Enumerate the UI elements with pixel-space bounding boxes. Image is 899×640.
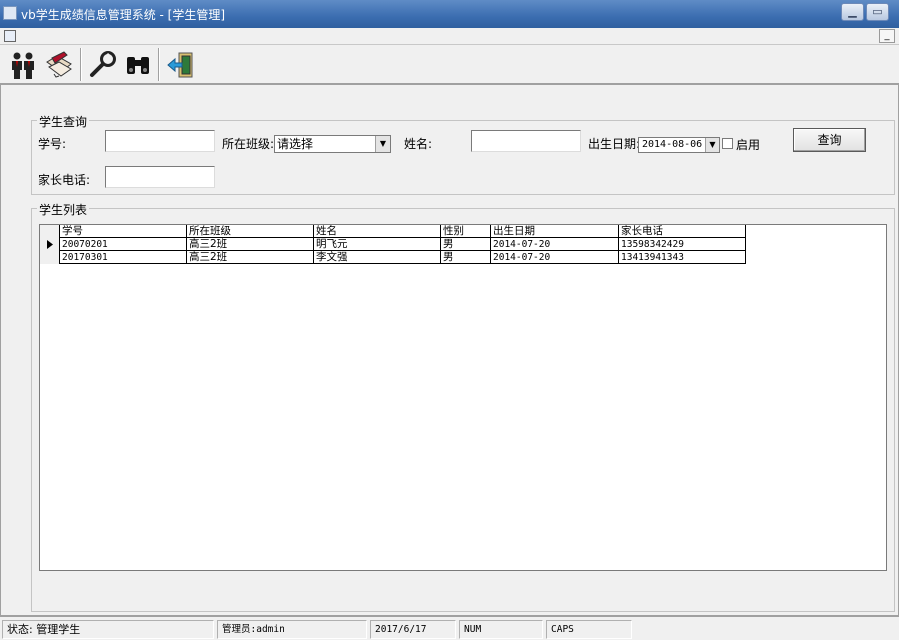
window-title: vb学生成绩信息管理系统 - [学生管理]	[21, 8, 226, 22]
column-header[interactable]: 所在班级	[187, 225, 314, 238]
birth-date-label: 出生日期:	[588, 137, 641, 151]
status-operator: 管理员:admin	[217, 620, 367, 639]
column-header[interactable]: 性别	[441, 225, 491, 238]
edit-grades-button[interactable]	[42, 48, 76, 81]
class-label: 所在班级:	[222, 137, 275, 151]
cell-student-id[interactable]: 20170301	[60, 251, 187, 264]
app-icon	[3, 6, 17, 20]
cell-gender[interactable]: 男	[441, 251, 491, 264]
student-id-label: 学号:	[38, 137, 67, 151]
class-select[interactable]: 请选择 ▼	[274, 135, 391, 153]
edit-document-icon	[46, 50, 72, 78]
birth-date-picker[interactable]: 2014-08-06 ▼	[638, 137, 720, 153]
row-selector[interactable]	[40, 251, 60, 264]
parent-phone-label: 家长电话:	[38, 173, 91, 187]
grid-header-row: 学号 所在班级 姓名 性别 出生日期 家长电话	[40, 225, 746, 238]
table-row[interactable]: 20170301 高三2班 李文强 男 2014-07-20 134139413…	[40, 251, 746, 264]
cell-birth-date[interactable]: 2014-07-20	[491, 238, 619, 251]
maximize-button[interactable]: ▭	[866, 3, 889, 21]
cell-class[interactable]: 高三2班	[187, 251, 314, 264]
status-bar: 状态: 管理学生 管理员:admin 2017/6/17 NUM CAPS	[0, 616, 899, 640]
student-management-form: 学生查询 学号: 所在班级: 请选择 ▼ 姓名: 出生日期: 2014-08-0…	[0, 84, 899, 616]
enable-date-checkbox[interactable]	[722, 138, 733, 149]
status-num: NUM	[459, 620, 543, 639]
search-button-toolbar[interactable]	[121, 48, 155, 81]
cell-student-id[interactable]: 20070201	[60, 238, 187, 251]
name-label: 姓名:	[404, 137, 433, 151]
binoculars-icon	[127, 56, 149, 74]
table-row[interactable]: 20070201 高三2班 明飞元 男 2014-07-20 135983424…	[40, 238, 746, 251]
enable-date-label: 启用	[736, 138, 761, 152]
child-minimize-button[interactable]: _	[879, 29, 895, 43]
class-select-value: 请选择	[277, 137, 314, 151]
people-icon	[12, 52, 34, 79]
toolbar-separator	[80, 48, 82, 81]
cell-parent-phone[interactable]: 13413941343	[619, 251, 746, 264]
cell-gender[interactable]: 男	[441, 238, 491, 251]
column-header[interactable]: 姓名	[314, 225, 441, 238]
status-state: 状态: 管理学生	[2, 620, 214, 639]
column-header[interactable]: 家长电话	[619, 225, 746, 238]
cell-birth-date[interactable]: 2014-07-20	[491, 251, 619, 264]
chevron-down-icon[interactable]: ▼	[705, 138, 719, 152]
cell-class[interactable]: 高三2班	[187, 238, 314, 251]
parent-phone-input[interactable]	[105, 166, 215, 188]
cell-parent-phone[interactable]: 13598342429	[619, 238, 746, 251]
column-header[interactable]: 学号	[60, 225, 187, 238]
mdi-child-strip: _	[0, 28, 899, 45]
grid-corner	[40, 225, 60, 238]
minimize-button[interactable]: ▁	[841, 3, 864, 21]
child-window-icon[interactable]	[4, 30, 16, 42]
group-title-query: 学生查询	[37, 113, 90, 130]
cell-name[interactable]: 李文强	[314, 251, 441, 264]
row-selector[interactable]	[40, 238, 60, 251]
student-grid[interactable]: 学号 所在班级 姓名 性别 出生日期 家长电话 20070201 高三2班 明飞…	[39, 224, 887, 571]
exit-door-icon	[167, 52, 193, 77]
settings-button[interactable]	[86, 48, 120, 81]
column-header[interactable]: 出生日期	[491, 225, 619, 238]
student-id-input[interactable]	[105, 130, 215, 152]
chevron-down-icon[interactable]: ▼	[375, 136, 390, 152]
cell-name[interactable]: 明飞元	[314, 238, 441, 251]
toolbar-separator	[158, 48, 160, 81]
title-bar: vb学生成绩信息管理系统 - [学生管理] ▁ ▭	[0, 0, 899, 28]
current-row-arrow-icon	[47, 240, 53, 249]
search-button[interactable]: 查询	[793, 128, 866, 152]
name-input[interactable]	[471, 130, 581, 152]
student-query-group: 学生查询 学号: 所在班级: 请选择 ▼ 姓名: 出生日期: 2014-08-0…	[31, 113, 895, 195]
exit-button[interactable]	[164, 48, 198, 81]
birth-date-value: 2014-08-06	[642, 139, 703, 150]
group-title-list: 学生列表	[37, 201, 90, 218]
student-manage-button[interactable]	[6, 48, 40, 81]
toolbar	[0, 45, 899, 84]
status-caps: CAPS	[546, 620, 632, 639]
status-date: 2017/6/17	[370, 620, 456, 639]
wrench-icon	[90, 50, 116, 77]
